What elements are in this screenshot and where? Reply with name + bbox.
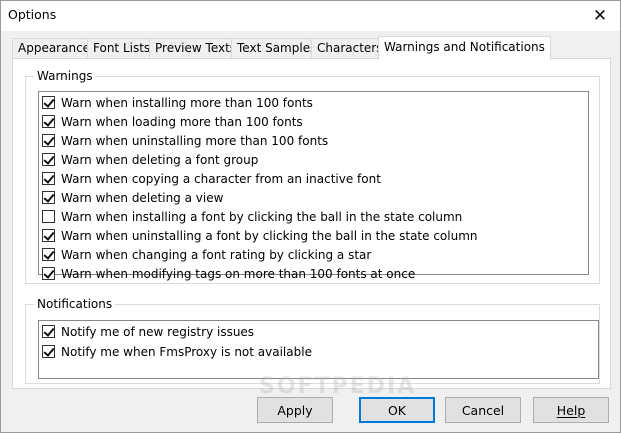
warning-item[interactable]: Warn when installing a font by clicking … <box>39 207 462 226</box>
options-dialog: Options ✕ Appearance Font Lists Preview … <box>0 0 621 433</box>
warning-checkbox[interactable] <box>42 115 55 128</box>
warning-item[interactable]: Warn when copying a character from an in… <box>39 169 381 188</box>
notification-item[interactable]: Notify me of new registry issues <box>39 322 254 341</box>
warning-label: Warn when uninstalling more than 100 fon… <box>61 133 329 148</box>
warning-label: Warn when loading more than 100 fonts <box>61 114 303 129</box>
tab-characters[interactable]: Characters <box>311 38 389 59</box>
close-button[interactable]: ✕ <box>580 1 620 31</box>
window-title: Options <box>8 7 57 22</box>
notifications-group: Notifications Notify me of new registry … <box>25 297 600 384</box>
warning-checkbox[interactable] <box>42 210 55 223</box>
warning-label: Warn when deleting a font group <box>61 152 259 167</box>
warning-checkbox[interactable] <box>42 96 55 109</box>
warning-checkbox[interactable] <box>42 153 55 166</box>
apply-button[interactable]: Apply <box>257 397 333 423</box>
warning-item[interactable]: Warn when uninstalling more than 100 fon… <box>39 131 328 150</box>
warning-label: Warn when deleting a view <box>61 190 224 205</box>
tab-preview-texts[interactable]: Preview Texts <box>149 38 243 59</box>
warnings-group: Warnings Warn when installing more than … <box>25 69 600 284</box>
ok-button[interactable]: OK <box>359 397 435 423</box>
warning-checkbox[interactable] <box>42 134 55 147</box>
warning-checkbox[interactable] <box>42 229 55 242</box>
warning-label: Warn when uninstalling a font by clickin… <box>61 228 478 243</box>
warnings-group-title: Warnings <box>34 69 96 83</box>
cancel-button[interactable]: Cancel <box>445 397 521 423</box>
warning-checkbox[interactable] <box>42 191 55 204</box>
tab-panel: Warnings Warn when installing more than … <box>12 58 611 389</box>
warning-item[interactable]: Warn when loading more than 100 fonts <box>39 112 303 131</box>
warning-label: Warn when modifying tags on more than 10… <box>61 266 416 281</box>
notification-checkbox[interactable] <box>42 345 55 358</box>
tab-warnings-and-notifications[interactable]: Warnings and Notifications <box>378 36 551 60</box>
warning-label: Warn when changing a font rating by clic… <box>61 247 372 262</box>
warnings-list: Warn when installing more than 100 fonts… <box>38 91 589 281</box>
notification-label: Notify me of new registry issues <box>61 324 255 339</box>
notifications-group-title: Notifications <box>34 297 116 311</box>
warning-label: Warn when copying a character from an in… <box>61 171 381 186</box>
close-icon: ✕ <box>592 6 608 26</box>
warning-label: Warn when installing a font by clicking … <box>61 209 463 224</box>
tab-text-samples[interactable]: Text Samples <box>231 38 323 59</box>
help-button-label: Help <box>556 402 586 418</box>
tab-font-lists[interactable]: Font Lists <box>87 38 157 59</box>
warning-checkbox[interactable] <box>42 172 55 185</box>
warning-item[interactable]: Warn when changing a font rating by clic… <box>39 245 371 264</box>
notification-item[interactable]: Notify me when FmsProxy is not available <box>39 342 312 361</box>
help-button[interactable]: Help <box>533 397 609 423</box>
warning-checkbox[interactable] <box>42 248 55 261</box>
warning-item[interactable]: Warn when installing more than 100 fonts <box>39 93 313 112</box>
notifications-list: Notify me of new registry issues Notify m… <box>38 320 599 379</box>
notification-checkbox[interactable] <box>42 325 55 338</box>
warning-label: Warn when installing more than 100 fonts <box>61 95 313 110</box>
warning-item[interactable]: Warn when deleting a view <box>39 188 223 207</box>
warning-checkbox[interactable] <box>42 267 55 280</box>
notification-label: Notify me when FmsProxy is not available <box>61 344 312 359</box>
warning-item[interactable]: Warn when modifying tags on more than 10… <box>39 264 415 283</box>
warning-item[interactable]: Warn when uninstalling a font by clickin… <box>39 226 478 245</box>
title-bar: Options ✕ <box>1 1 620 31</box>
tab-strip: Appearance Font Lists Preview Texts Text… <box>12 36 612 60</box>
warning-item[interactable]: Warn when deleting a font group <box>39 150 258 169</box>
tab-appearance[interactable]: Appearance <box>12 38 97 59</box>
